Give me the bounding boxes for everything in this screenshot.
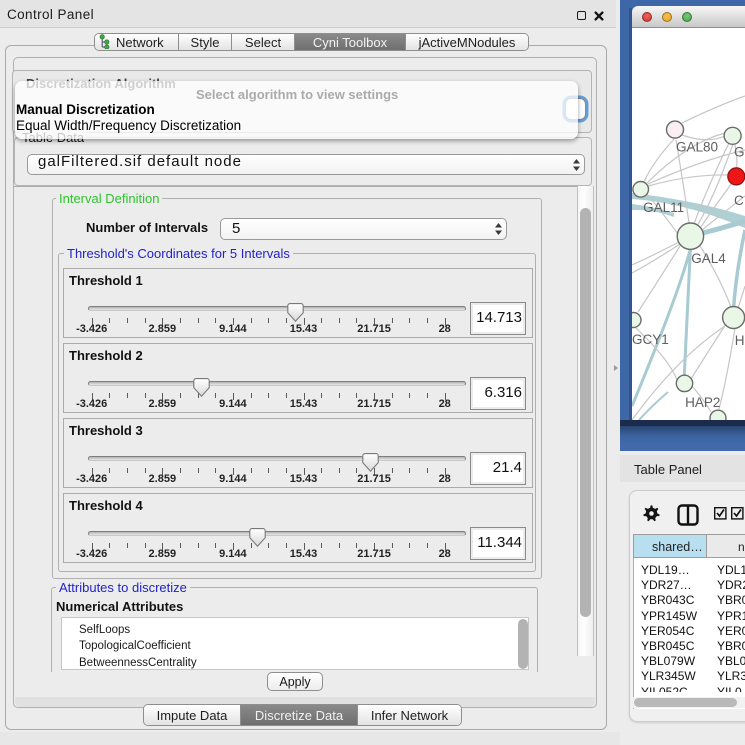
svg-text:GAL11: GAL11 bbox=[643, 200, 684, 215]
svg-text:GCY1: GCY1 bbox=[632, 332, 669, 347]
svg-text:H: H bbox=[735, 333, 745, 348]
svg-text:GAL80: GAL80 bbox=[676, 140, 718, 155]
svg-text:HAP2: HAP2 bbox=[685, 395, 720, 410]
svg-text:GAL4: GAL4 bbox=[691, 251, 726, 266]
svg-text:C: C bbox=[734, 193, 744, 208]
svg-text:G: G bbox=[734, 145, 745, 160]
